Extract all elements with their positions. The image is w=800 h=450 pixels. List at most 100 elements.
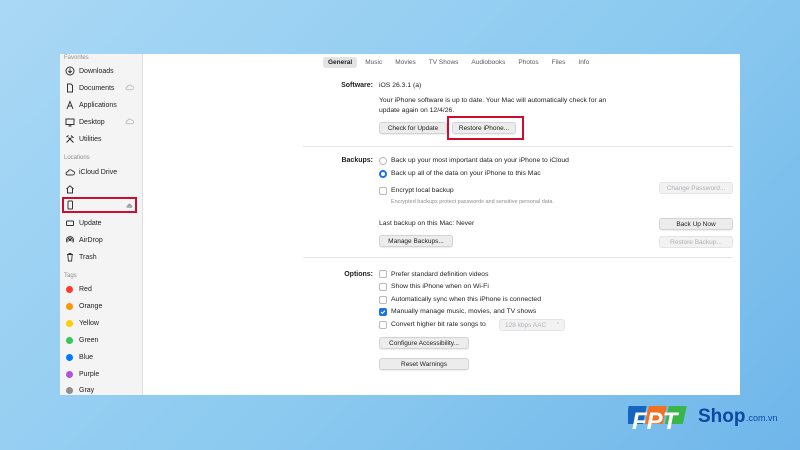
encrypt-backup-label[interactable]: Encrypt local backup [391,187,454,194]
tab-general[interactable]: General [323,57,358,68]
manually-manage-checkbox[interactable] [379,308,387,316]
backup-mac-radio[interactable] [379,170,387,178]
restore-highlight-box [447,116,524,140]
encrypt-backup-checkbox[interactable] [379,187,387,195]
restore-backup-button[interactable]: Restore Backup... [659,236,733,248]
sidebar-item-desktop[interactable]: Desktop [64,115,138,129]
sidebar-item-label: Gray [79,386,95,394]
sidebar-tag-red[interactable]: Red [64,282,138,296]
auto-sync-checkbox[interactable] [379,296,387,304]
utilities-icon [64,134,75,145]
icloud-status-icon [125,84,134,91]
tab-tv-shows[interactable]: TV Shows [424,57,464,68]
tab-files[interactable]: Files [547,57,571,68]
finder-window: Favorites Downloads Documents Applicatio… [60,54,740,395]
option-label[interactable]: Show this iPhone when on Wi-Fi [391,283,489,290]
tag-dot-purple [66,370,73,378]
tab-movies[interactable]: Movies [390,57,421,68]
tab-photos[interactable]: Photos [513,57,543,68]
icloud-status-icon [125,118,134,125]
divider [303,257,733,258]
backup-icloud-option[interactable]: Back up your most important data on your… [391,157,569,164]
tab-audiobooks[interactable]: Audiobooks [466,57,510,68]
encrypt-note: Encrypted backups protect passwords and … [391,199,554,205]
sidebar-item-label: Yellow [79,319,99,327]
sidebar-item-airdrop[interactable]: AirDrop [64,233,138,247]
iphone-highlight-box [62,197,137,213]
sidebar-item-applications[interactable]: Applications [64,98,138,112]
sidebar-tag-orange[interactable]: Orange [64,299,138,313]
tab-info[interactable]: Info [573,57,594,68]
sidebar-tag-green[interactable]: Green [64,333,138,347]
bitrate-select[interactable]: 128 kbps AAC ⌃ [499,319,565,331]
tab-music[interactable]: Music [360,57,387,68]
sidebar-item-icloud-drive[interactable]: iCloud Drive [64,165,138,179]
sidebar-tag-blue[interactable]: Blue [64,350,138,364]
sidebar-item-label: Red [79,285,92,293]
sidebar-item-label: Applications [79,101,117,109]
sidebar-item-update[interactable]: Update [64,216,138,230]
change-password-button[interactable]: Change Password... [659,182,733,194]
sidebar-item-label: Trash [79,253,97,261]
sidebar-tag-purple[interactable]: Purple [64,367,138,381]
sidebar-item-trash[interactable]: Trash [64,250,138,264]
svg-text:FPT: FPT [632,408,680,435]
locations-header: Locations [64,155,90,161]
bitrate-value: 128 kbps AAC [505,321,547,329]
tag-dot-gray [66,386,73,394]
tag-dot-orange [66,302,73,310]
software-label: Software: [341,82,373,89]
convert-bitrate-checkbox[interactable] [379,321,387,329]
airdrop-icon [64,235,75,246]
tags-header: Tags [64,273,77,279]
brand-shop-text: Shop [698,406,746,427]
backups-label: Backups: [341,157,373,164]
favorites-header: Favorites [64,55,89,61]
software-status-line2: update again on 12/4/26. [379,107,455,114]
tag-dot-green [66,336,73,344]
backup-mac-option[interactable]: Back up all of the data on your iPhone t… [391,170,541,177]
device-panel: General Music Movies TV Shows Audiobooks… [143,54,740,395]
sidebar-tag-gray[interactable]: Gray [64,383,138,395]
sidebar-item-label: Update [79,219,102,227]
reset-warnings-button[interactable]: Reset Warnings [379,358,469,370]
last-backup-text: Last backup on this Mac: Never [379,220,475,227]
applications-icon [64,100,75,111]
sidebar-item-label: iCloud Drive [79,168,118,176]
sidebar-item-documents[interactable]: Documents [64,81,138,95]
option-label[interactable]: Manually manage music, movies, and TV sh… [391,308,536,315]
sidebar-item-label: Desktop [79,118,105,126]
icloud-icon [64,167,75,178]
sidebar-tag-yellow[interactable]: Yellow [64,316,138,330]
disk-icon [64,218,75,229]
configure-accessibility-button[interactable]: Configure Accessibility... [379,337,469,349]
tab-bar: General Music Movies TV Shows Audiobooks… [323,57,594,68]
option-label[interactable]: Automatically sync when this iPhone is c… [391,296,541,303]
download-icon [64,66,75,77]
sidebar-item-utilities[interactable]: Utilities [64,132,138,146]
sidebar-item-label: Purple [79,370,100,378]
backup-icloud-radio[interactable] [379,157,387,165]
sidebar-item-label: Downloads [79,67,114,75]
home-icon [64,184,75,195]
sidebar-item-label: Documents [79,84,115,92]
option-label[interactable]: Prefer standard definition videos [391,271,488,278]
desktop-icon [64,117,75,128]
prefer-sd-checkbox[interactable] [379,270,387,278]
manage-backups-button[interactable]: Manage Backups... [379,235,453,247]
sidebar: Favorites Downloads Documents Applicatio… [60,54,143,395]
sidebar-item-label: AirDrop [79,236,103,244]
tag-dot-blue [66,353,73,361]
options-label: Options: [344,271,373,278]
software-version: iOS 26.3.1 (a) [379,82,422,89]
option-label[interactable]: Convert higher bit rate songs to [391,321,486,328]
software-status-line1: Your iPhone software is up to date. Your… [379,97,607,104]
show-on-wifi-checkbox[interactable] [379,283,387,291]
document-icon [64,83,75,94]
back-up-now-button[interactable]: Back Up Now [659,218,733,230]
sidebar-item-downloads[interactable]: Downloads [64,64,138,78]
sidebar-item-label: Utilities [79,135,102,143]
fpt-shop-logo: FPT Shop .com.vn [624,400,793,440]
check-for-update-button[interactable]: Check for Update [379,122,447,134]
sidebar-item-home[interactable] [64,182,138,196]
